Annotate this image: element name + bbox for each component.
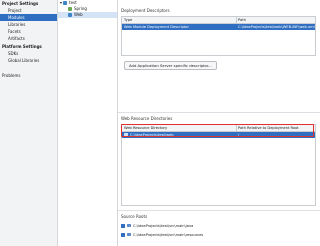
- platform-settings-heading: Platform Settings: [2, 44, 42, 49]
- section-divider: [118, 112, 320, 113]
- chevron-down-icon[interactable]: ▾: [60, 0, 62, 5]
- sidebar-item-facets[interactable]: Facets: [0, 28, 57, 35]
- module-icon: [63, 0, 68, 5]
- facet-settings-panel: Deployment Descriptors Type Path Web Mod…: [118, 0, 320, 246]
- settings-sidebar: Project Settings Project Modules Librari…: [0, 0, 58, 246]
- source-roots-heading: Source Roots: [121, 214, 148, 219]
- column-header-type[interactable]: Type: [124, 17, 234, 24]
- sidebar-item-artifacts[interactable]: Artifacts: [0, 35, 57, 42]
- checkbox[interactable]: [121, 223, 125, 228]
- project-settings-heading: Project Settings: [2, 1, 39, 6]
- table-row[interactable]: Web Module Deployment Descriptor C:\idea…: [122, 24, 315, 30]
- sidebar-item-problems[interactable]: Problems: [0, 72, 57, 79]
- table-row[interactable]: C:\ideaProjects\test\web /: [122, 132, 315, 138]
- web-resource-directories-heading: Web Resource Directories: [121, 116, 173, 121]
- resource-directory-path: C:\ideaProjects\test\web: [130, 133, 174, 137]
- column-header-web-resource-directory[interactable]: Web Resource Directory: [124, 125, 234, 132]
- folder-icon: [124, 133, 128, 136]
- source-root-path: C:\ideaProjects\test\src\main\java: [133, 224, 194, 228]
- table-header: Web Resource Directory Path Relative to …: [122, 125, 315, 132]
- tree-node-label: Web: [74, 12, 83, 17]
- column-header-relative-path[interactable]: Path Relative to Deployment Root: [238, 125, 315, 132]
- source-root-item[interactable]: C:\ideaProjects\test\src\main\resources: [121, 232, 316, 239]
- sidebar-item-global-libraries[interactable]: Global Libraries: [0, 57, 57, 64]
- add-server-descriptor-button[interactable]: Add Application Server specific descript…: [124, 61, 217, 70]
- folder-icon: [127, 224, 131, 227]
- module-tree: ▾ test Spring Web: [58, 0, 118, 246]
- table-header: Type Path: [122, 17, 315, 24]
- deployment-descriptors-table[interactable]: Type Path Web Module Deployment Descript…: [121, 16, 316, 56]
- tree-node-label: test: [69, 0, 77, 5]
- web-resource-directories-table[interactable]: Web Resource Directory Path Relative to …: [121, 124, 316, 206]
- section-divider: [118, 210, 320, 211]
- descriptor-path-cell: C:\ideaProjects\test\web\WEB-INF\web.xml: [238, 25, 315, 29]
- column-header-path[interactable]: Path: [238, 17, 315, 24]
- source-root-path: C:\ideaProjects\test\src\main\resources: [133, 233, 204, 237]
- folder-icon: [127, 233, 131, 236]
- sidebar-item-sdks[interactable]: SDKs: [0, 50, 57, 57]
- source-root-item[interactable]: C:\ideaProjects\test\src\main\java: [121, 223, 316, 230]
- checkbox[interactable]: [121, 232, 125, 237]
- sidebar-item-modules[interactable]: Modules: [0, 14, 57, 21]
- deployment-descriptors-heading: Deployment Descriptors: [121, 8, 170, 13]
- column-divider[interactable]: [236, 17, 237, 23]
- tree-node-web[interactable]: Web: [58, 12, 117, 18]
- sidebar-item-libraries[interactable]: Libraries: [0, 21, 57, 28]
- spring-leaf-icon: [68, 6, 72, 11]
- resource-directory-cell: C:\ideaProjects\test\web: [124, 132, 234, 138]
- relative-path-cell: /: [238, 133, 240, 137]
- tree-node-label: Spring: [74, 6, 87, 11]
- descriptor-type-cell: Web Module Deployment Descriptor: [124, 25, 189, 29]
- column-divider[interactable]: [236, 125, 237, 131]
- web-facet-icon: [68, 12, 72, 17]
- sidebar-item-project[interactable]: Project: [0, 7, 57, 14]
